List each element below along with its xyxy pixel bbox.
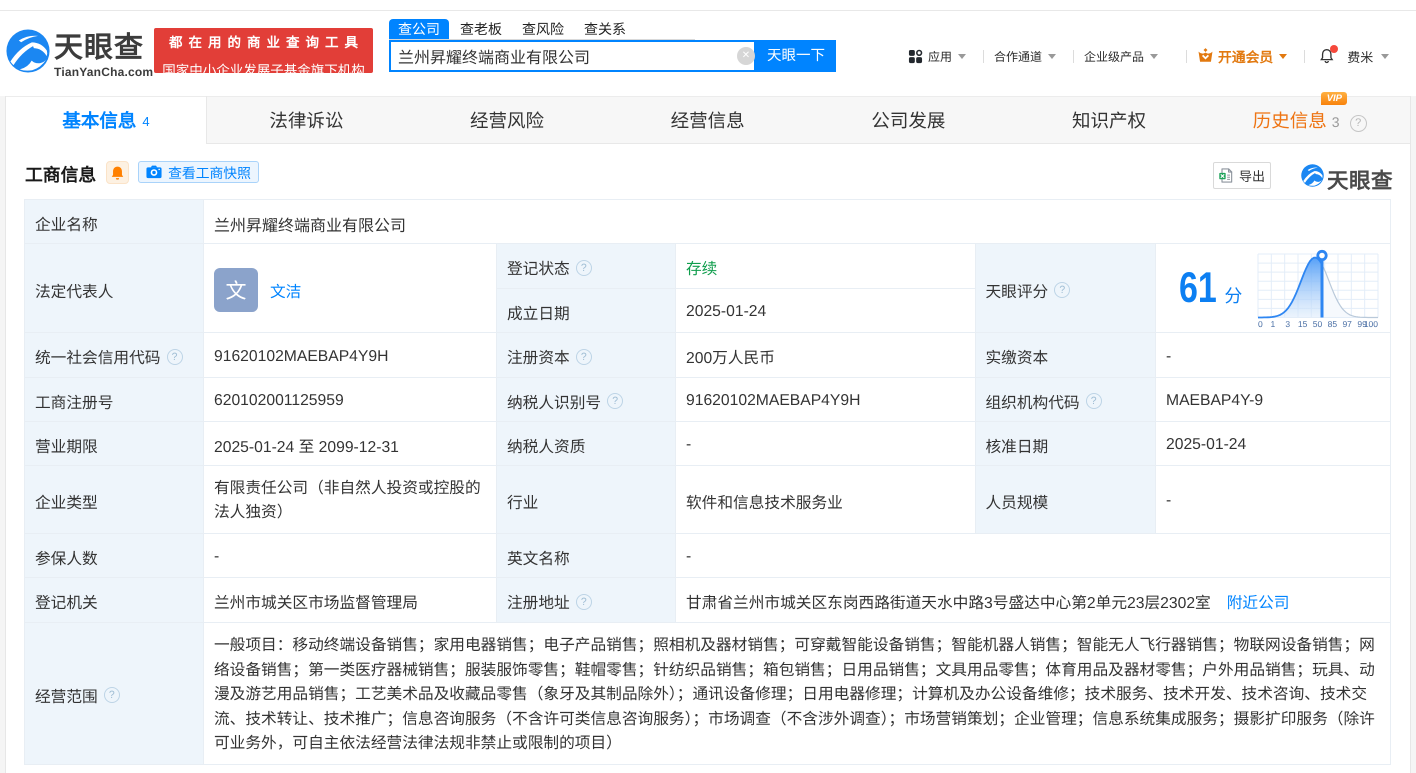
svg-text:15: 15 [1297,319,1307,329]
svg-text:0: 0 [1258,319,1263,329]
svg-text:50: 50 [1312,319,1322,329]
svg-text:97: 97 [1342,319,1352,329]
svg-text:1: 1 [1270,319,1275,329]
svg-text:85: 85 [1327,319,1337,329]
svg-text:100: 100 [1363,319,1377,329]
svg-text:3: 3 [1285,319,1290,329]
